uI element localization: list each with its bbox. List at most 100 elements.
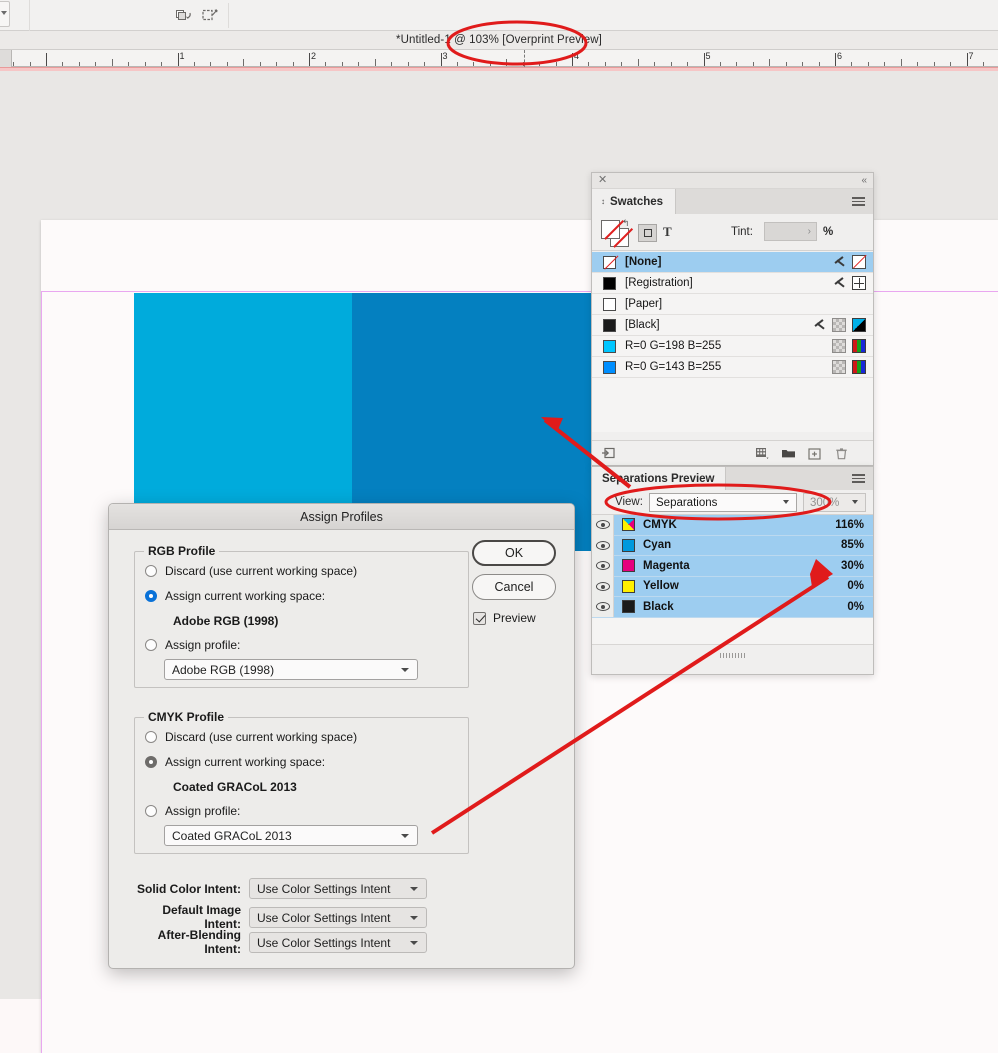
separations-panel-footer (592, 644, 873, 674)
swatch-list[interactable]: [None] [Registration] [Paper] [Black] R=0 G=… (592, 252, 873, 432)
swatches-footer (592, 440, 873, 465)
new-swatch-icon[interactable] (807, 446, 822, 461)
tab-separations-preview[interactable]: Separations Preview (592, 467, 726, 490)
swatch-name: [None] (625, 256, 662, 268)
rgb-profile-select[interactable]: Adobe RGB (1998) (164, 659, 418, 680)
rgb-icon (852, 360, 866, 374)
rgb-discard-radio[interactable] (145, 565, 157, 577)
ink-limit-select[interactable]: 300% (803, 493, 866, 512)
solid-color-intent-label: Solid Color Intent: (137, 881, 241, 896)
close-icon[interactable]: ✕ (598, 175, 607, 186)
frame-fitting-icon[interactable] (202, 8, 218, 23)
cmyk-discard-radio-row[interactable]: Discard (use current working space) (145, 730, 357, 744)
delete-swatch-icon[interactable] (834, 446, 849, 461)
ruler-tick (473, 62, 475, 66)
cmyk-assign-profile-radio-row[interactable]: Assign profile: (145, 804, 240, 818)
chevron-right-icon[interactable]: › (808, 226, 811, 237)
rgb-discard-radio-row[interactable]: Discard (use current working space) (145, 564, 357, 578)
cmyk-profile-select[interactable]: Coated GRACoL 2013 (164, 825, 418, 846)
fill-stroke-control[interactable]: ↰ (601, 219, 633, 248)
preview-checkbox[interactable] (473, 611, 486, 625)
swatch-name: [Paper] (625, 298, 663, 310)
eye-visibility-toggle[interactable] (592, 514, 614, 535)
toolbar-divider-2 (228, 3, 229, 28)
separation-color-chip (622, 518, 635, 532)
rgb-assign-profile-radio-row[interactable]: Assign profile: (145, 638, 240, 652)
cmyk-discard-radio[interactable] (145, 731, 157, 743)
ruler-tick (966, 53, 968, 66)
cmyk-assign-ws-radio[interactable] (145, 756, 157, 768)
separation-name: Black (643, 600, 674, 613)
separations-panel-menu-icon[interactable] (852, 474, 865, 483)
ok-button[interactable]: OK (472, 540, 556, 566)
default-image-intent-select[interactable]: Use Color Settings Intent (249, 906, 427, 928)
format-affects-text-button[interactable]: T (663, 224, 672, 240)
assign-profiles-dialog[interactable]: Assign Profiles RGB Profile Discard (use… (108, 503, 575, 969)
ruler-tick (588, 62, 590, 66)
separations-preview-panel[interactable]: Separations Preview View: Separations 30… (591, 466, 874, 675)
eye-icon (595, 561, 610, 571)
cmyk-assign-profile-radio[interactable] (145, 805, 157, 817)
ruler-tick (111, 59, 113, 66)
duplicate-undo-icon[interactable] (176, 8, 192, 23)
tint-input[interactable]: › (764, 222, 817, 241)
collapse-icon[interactable]: « (861, 175, 866, 186)
eye-visibility-toggle[interactable] (592, 555, 614, 576)
tab-swatches[interactable]: ↕ Swatches (592, 189, 677, 214)
horizontal-ruler[interactable]: 12345678 (0, 50, 998, 67)
swatch-color-chip (603, 297, 616, 311)
swatch-row[interactable]: [Paper] (592, 294, 873, 315)
eye-visibility-toggle[interactable] (592, 535, 614, 556)
separations-list[interactable]: CMYK 116% Cyan 85% Magenta 30% Yellow 0% Black 0% (592, 514, 873, 618)
swap-fill-stroke-icon[interactable]: ↰ (622, 219, 630, 228)
cancel-button[interactable]: Cancel (472, 574, 556, 600)
swatch-row[interactable]: [None] (592, 252, 873, 273)
ruler-tick (489, 62, 491, 66)
separation-row[interactable]: CMYK 116% (592, 514, 873, 536)
view-select[interactable]: Separations (649, 493, 797, 512)
cmyk-profile-value: Coated GRACoL 2013 (172, 829, 292, 843)
after-blending-intent-row: After-Blending Intent: Use Color Setting… (123, 928, 427, 956)
separation-row[interactable]: Black 0% (592, 596, 873, 618)
panel-resize-grip[interactable] (719, 653, 746, 658)
cmyk-assign-ws-radio-row[interactable]: Assign current working space: (145, 755, 325, 769)
separation-row[interactable]: Cyan 85% (592, 535, 873, 556)
swatch-row[interactable]: R=0 G=143 B=255 (592, 357, 873, 378)
format-affects-container-button[interactable] (638, 224, 657, 242)
rgb-assign-ws-radio[interactable] (145, 590, 157, 602)
swatch-row[interactable]: [Registration] (592, 273, 873, 294)
separation-row[interactable]: Magenta 30% (592, 555, 873, 577)
after-blending-intent-select[interactable]: Use Color Settings Intent (249, 931, 427, 953)
after-blending-intent-label: After-Blending Intent: (157, 928, 241, 956)
eye-visibility-toggle[interactable] (592, 576, 614, 597)
after-blending-intent-value: Use Color Settings Intent (257, 935, 391, 950)
ruler-tick (982, 62, 984, 66)
toolbar-overflow-button[interactable] (0, 1, 10, 27)
swatches-panel[interactable]: ✕ « ↕ Swatches ↰ T Tint: › % [None] [Regi… (591, 172, 874, 466)
registration-icon (852, 276, 866, 290)
swatch-row[interactable]: [Black] (592, 315, 873, 336)
view-label: View: (615, 496, 643, 508)
panel-menu-icon[interactable] (852, 197, 865, 206)
eye-icon (595, 520, 610, 530)
fill-swatch[interactable] (601, 220, 624, 240)
swatch-color-chip (603, 276, 616, 290)
load-swatches-icon[interactable] (601, 446, 616, 461)
preview-checkbox-row[interactable]: Preview (473, 611, 536, 625)
swatch-color-chip (603, 339, 616, 353)
swatch-row[interactable]: R=0 G=198 B=255 (592, 336, 873, 357)
document-tab-bar[interactable]: *Untitled-1 @ 103% [Overprint Preview] (0, 31, 998, 50)
rgb-working-space-name: Adobe RGB (1998) (173, 614, 279, 628)
ruler-label: 1 (179, 51, 185, 61)
separation-name: Yellow (643, 580, 679, 593)
new-color-group-icon[interactable] (781, 446, 796, 461)
show-swatch-kinds-icon[interactable] (755, 446, 770, 461)
solid-color-intent-select[interactable]: Use Color Settings Intent (249, 878, 427, 899)
eye-visibility-toggle[interactable] (592, 596, 614, 617)
ruler-origin-corner[interactable] (0, 50, 12, 67)
rgb-assign-profile-radio[interactable] (145, 639, 157, 651)
rgb-assign-profile-label: Assign profile: (165, 638, 241, 652)
separation-row[interactable]: Yellow 0% (592, 576, 873, 597)
rgb-assign-ws-radio-row[interactable]: Assign current working space: (145, 589, 325, 603)
separation-value: 85% (840, 539, 864, 552)
